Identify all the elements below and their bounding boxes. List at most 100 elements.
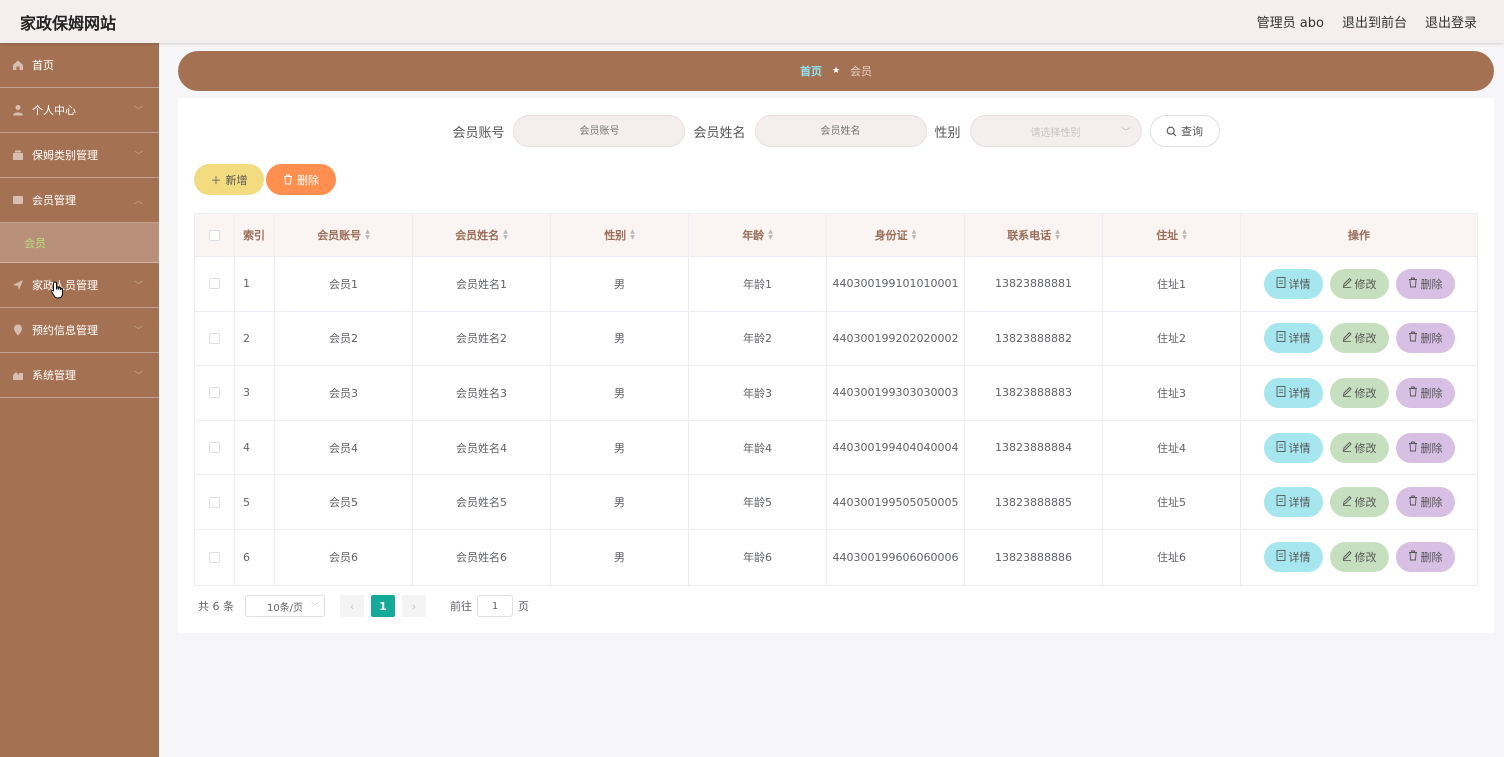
pagination: 共 6 条 10条/页 ﹀ ‹ 1 › 前往 页 bbox=[198, 595, 529, 617]
edit-button[interactable]: 修改 bbox=[1329, 432, 1389, 463]
header-account-label: 会员账号 bbox=[317, 229, 362, 242]
sidebar-item-nanny-category[interactable]: 保姆类别管理 ﹀ bbox=[0, 133, 159, 178]
sidebar-item-label: 个人中心 bbox=[32, 104, 76, 117]
cell-address: 住址2 bbox=[1103, 311, 1241, 366]
header-address[interactable]: 住址 ▲ ▼ bbox=[1103, 214, 1241, 256]
edit-button[interactable]: 修改 bbox=[1329, 377, 1389, 408]
add-button[interactable]: ＋ 新增 bbox=[194, 164, 264, 195]
row-checkbox[interactable] bbox=[209, 496, 220, 508]
edit-button-label: 修改 bbox=[1354, 278, 1377, 291]
next-page-button[interactable]: › bbox=[402, 595, 426, 617]
trash-icon bbox=[1408, 550, 1418, 564]
detail-button[interactable]: 详情 bbox=[1263, 542, 1323, 573]
goto-page-input[interactable] bbox=[477, 595, 513, 617]
trash-icon bbox=[1408, 386, 1418, 400]
sidebar-item-home[interactable]: 首页 bbox=[0, 43, 159, 88]
sort-icon[interactable]: ▲ ▼ bbox=[365, 229, 370, 241]
row-ops-cell: 详情 修改 删除 bbox=[1241, 530, 1477, 585]
cell-id-card: 440300199505050005 bbox=[827, 475, 965, 529]
breadcrumb-home[interactable]: 首页 bbox=[800, 63, 822, 79]
query-button[interactable]: 查询 bbox=[1149, 115, 1220, 147]
pencil-icon bbox=[1342, 277, 1352, 291]
category-icon bbox=[12, 149, 24, 161]
detail-button[interactable]: 详情 bbox=[1263, 268, 1323, 299]
header-phone[interactable]: 联系电话 ▲ ▼ bbox=[965, 214, 1103, 256]
delete-row-button[interactable]: 删除 bbox=[1395, 432, 1455, 463]
detail-button-label: 详情 bbox=[1288, 387, 1311, 400]
cell-id-card: 440300199101010001 bbox=[827, 257, 965, 311]
row-checkbox[interactable] bbox=[209, 332, 220, 344]
name-search-input[interactable] bbox=[754, 115, 927, 147]
file-icon bbox=[1276, 440, 1286, 455]
delete-row-button[interactable]: 删除 bbox=[1395, 268, 1455, 299]
select-all-checkbox[interactable] bbox=[209, 229, 220, 241]
page-number[interactable]: 1 bbox=[371, 595, 395, 617]
row-ops-cell: 详情 修改 删除 bbox=[1241, 421, 1477, 475]
gender-select[interactable]: 请选择性别 ﹀ bbox=[969, 115, 1142, 147]
sidebar-subitem-member[interactable]: 会员 bbox=[0, 223, 159, 263]
row-checkbox[interactable] bbox=[209, 551, 220, 563]
header-account[interactable]: 会员账号 ▲ ▼ bbox=[275, 214, 413, 256]
row-checkbox[interactable] bbox=[209, 387, 220, 399]
header-age[interactable]: 年龄 ▲ ▼ bbox=[689, 214, 827, 256]
sort-icon[interactable]: ▲ ▼ bbox=[503, 229, 508, 241]
exit-to-front-link[interactable]: 退出到前台 bbox=[1342, 12, 1407, 31]
sidebar-item-system[interactable]: 系统管理 ﹀ bbox=[0, 353, 159, 398]
edit-button[interactable]: 修改 bbox=[1329, 323, 1389, 354]
delete-row-button[interactable]: 删除 bbox=[1395, 377, 1455, 408]
cell-gender: 男 bbox=[551, 366, 689, 420]
row-checkbox[interactable] bbox=[209, 442, 220, 454]
logout-link[interactable]: 退出登录 bbox=[1425, 12, 1477, 31]
header-gender[interactable]: 性别 ▲ ▼ bbox=[551, 214, 689, 256]
cell-id-card: 440300199202020002 bbox=[827, 311, 965, 366]
sort-icon[interactable]: ▲ ▼ bbox=[768, 229, 773, 241]
sort-icon[interactable]: ▲ ▼ bbox=[912, 229, 917, 241]
sidebar-item-label: 保姆类别管理 bbox=[32, 149, 98, 162]
edit-button-label: 修改 bbox=[1354, 333, 1377, 346]
edit-button-label: 修改 bbox=[1354, 442, 1377, 455]
sidebar-item-booking[interactable]: 预约信息管理 ﹀ bbox=[0, 308, 159, 353]
delete-row-label: 删除 bbox=[1420, 333, 1443, 346]
sidebar-item-members[interactable]: 会员管理 ︿ bbox=[0, 178, 159, 223]
edit-button[interactable]: 修改 bbox=[1329, 542, 1389, 573]
edit-button[interactable]: 修改 bbox=[1329, 487, 1389, 518]
cell-phone: 13823888883 bbox=[965, 366, 1103, 420]
cell-address: 住址3 bbox=[1103, 366, 1241, 420]
header-gender-label: 性别 bbox=[604, 229, 627, 242]
sort-icon[interactable]: ▲ ▼ bbox=[1055, 229, 1060, 241]
edit-button[interactable]: 修改 bbox=[1329, 268, 1389, 299]
sort-icon[interactable]: ▲ ▼ bbox=[1182, 229, 1187, 241]
detail-button[interactable]: 详情 bbox=[1263, 377, 1323, 408]
sidebar-item-label: 首页 bbox=[32, 59, 54, 72]
header-index: 索引 bbox=[235, 214, 275, 256]
detail-button[interactable]: 详情 bbox=[1263, 323, 1323, 354]
table-row: 6 会员6 会员姓名6 男年龄6 440300199606060006 138238888… bbox=[195, 529, 1477, 585]
sidebar-item-housekeeper[interactable]: 家政人员管理 ﹀ bbox=[0, 263, 159, 308]
prev-page-button[interactable]: ‹ bbox=[340, 595, 364, 617]
cell-index: 4 bbox=[235, 420, 275, 475]
delete-row-button[interactable]: 删除 bbox=[1395, 542, 1455, 573]
delete-row-button[interactable]: 删除 bbox=[1395, 487, 1455, 518]
header-name[interactable]: 会员姓名 ▲ ▼ bbox=[413, 214, 551, 256]
trash-icon bbox=[284, 174, 292, 185]
location-icon bbox=[12, 324, 24, 336]
detail-button[interactable]: 详情 bbox=[1263, 432, 1323, 463]
sort-icon[interactable]: ▲ ▼ bbox=[630, 229, 635, 241]
detail-button[interactable]: 详情 bbox=[1263, 487, 1323, 518]
cell-age: 年龄2 bbox=[689, 311, 827, 366]
sidebar-item-profile[interactable]: 个人中心 ﹀ bbox=[0, 88, 159, 133]
batch-delete-button[interactable]: 删除 bbox=[266, 164, 336, 195]
account-search-input[interactable] bbox=[513, 115, 686, 147]
row-select-cell bbox=[195, 529, 235, 585]
cell-address: 住址4 bbox=[1103, 420, 1241, 475]
sidebar: 首页 个人中心 ﹀ 保姆类别管理 ﹀ 会员管理 ︿ 会员 家政人员管理 ﹀ 预约… bbox=[0, 43, 159, 757]
chevron-up-icon: ︿ bbox=[133, 196, 143, 207]
page-size-select[interactable]: 10条/页 ﹀ bbox=[245, 595, 325, 617]
delete-row-button[interactable]: 删除 bbox=[1395, 323, 1455, 354]
sidebar-item-label: 系统管理 bbox=[32, 369, 76, 382]
admin-user-label[interactable]: 管理员 abo bbox=[1257, 12, 1324, 31]
row-checkbox[interactable] bbox=[209, 278, 220, 290]
member-table: 索引 会员账号 ▲ ▼ 会员姓名 ▲ ▼ 性别 ▲ ▼ 年龄 ▲ ▼ 身份证 ▲ ▼ 联系电话 ▲ ▼ … bbox=[194, 213, 1478, 586]
header-id-card[interactable]: 身份证 ▲ ▼ bbox=[827, 214, 965, 256]
cell-index: 6 bbox=[235, 529, 275, 585]
